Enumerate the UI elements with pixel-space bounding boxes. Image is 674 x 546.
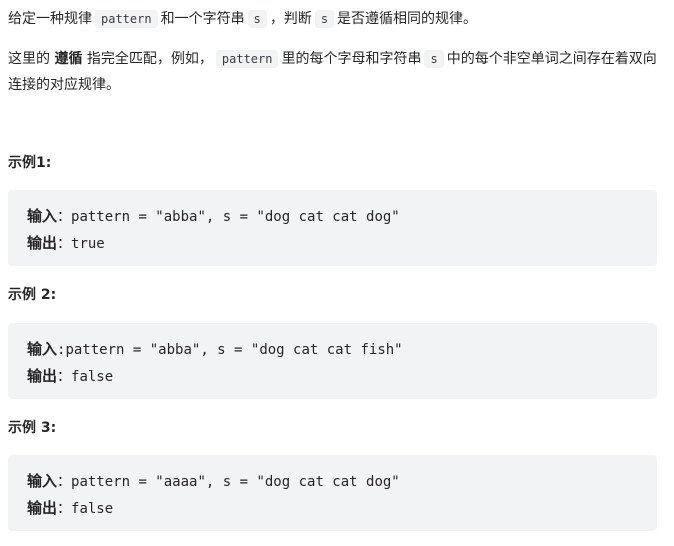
example-output-line: 输出：true bbox=[27, 230, 638, 257]
example-output-line: 输出：false bbox=[27, 495, 638, 522]
example-code-block: 输入:pattern = "abba", s = "dog cat cat fi… bbox=[8, 323, 657, 399]
intro-text: 和一个字符串 bbox=[160, 11, 245, 27]
intro-text: 是否遵循相同的规律。 bbox=[337, 11, 478, 27]
output-label: 输出 bbox=[27, 367, 58, 385]
inline-code-s: s bbox=[424, 50, 444, 68]
output-colon: ： bbox=[57, 369, 72, 385]
input-label: 输入 bbox=[27, 340, 58, 358]
example-title: 示例 2: bbox=[8, 287, 57, 303]
input-colon: ： bbox=[57, 474, 72, 490]
output-value: false bbox=[71, 369, 114, 385]
output-colon: ： bbox=[57, 501, 72, 517]
inline-code-s: s bbox=[314, 10, 335, 28]
output-value: true bbox=[71, 236, 105, 252]
intro-text: 给定一种规律 bbox=[8, 11, 92, 27]
intro-paragraph-2: 这里的 遵循 指完全匹配，例如， pattern 里的每个字母和字符串 s 中的每个非空… bbox=[8, 46, 663, 98]
input-value: pattern = "abba", s = "dog cat cat dog" bbox=[71, 209, 400, 225]
input-value: pattern = "aaaa", s = "dog cat cat dog" bbox=[71, 474, 400, 490]
emphasis-text: 遵循 bbox=[54, 51, 83, 67]
inline-code-pattern: pattern bbox=[215, 50, 279, 68]
output-label: 输出 bbox=[27, 499, 58, 517]
input-label: 输入 bbox=[27, 472, 58, 490]
intro-text: ，判断 bbox=[269, 11, 312, 27]
output-value: false bbox=[71, 501, 114, 517]
problem-description: 给定一种规律 pattern 和一个字符串 s ，判断 s 是否遵循相同的规律。 这里的 遵… bbox=[0, 0, 674, 546]
example-output-line: 输出：false bbox=[27, 363, 638, 390]
example-code-block: 输入：pattern = "abba", s = "dog cat cat do… bbox=[8, 190, 657, 266]
example-title: 示例1: bbox=[8, 155, 52, 171]
example-input-line: 输入:pattern = "abba", s = "dog cat cat fi… bbox=[27, 336, 638, 363]
input-label: 输入 bbox=[27, 207, 58, 225]
inline-code-pattern: pattern bbox=[95, 10, 158, 28]
intro-text: 这里的 bbox=[8, 51, 50, 67]
input-value: pattern = "abba", s = "dog cat cat fish" bbox=[65, 342, 403, 358]
example-title: 示例 3: bbox=[8, 420, 57, 436]
output-label: 输出 bbox=[27, 234, 58, 252]
intro-text: 里的每个字母和字符串 bbox=[281, 51, 422, 67]
example-input-line: 输入：pattern = "abba", s = "dog cat cat do… bbox=[27, 203, 638, 230]
intro-paragraph-1: 给定一种规律 pattern 和一个字符串 s ，判断 s 是否遵循相同的规律。 bbox=[8, 6, 663, 32]
intro-text: 指完全匹配，例如， bbox=[86, 51, 213, 67]
output-colon: ： bbox=[57, 236, 72, 252]
input-colon: ： bbox=[57, 209, 72, 225]
inline-code-s: s bbox=[247, 10, 267, 28]
example-input-line: 输入：pattern = "aaaa", s = "dog cat cat do… bbox=[27, 468, 638, 495]
example-code-block: 输入：pattern = "aaaa", s = "dog cat cat do… bbox=[8, 455, 657, 531]
